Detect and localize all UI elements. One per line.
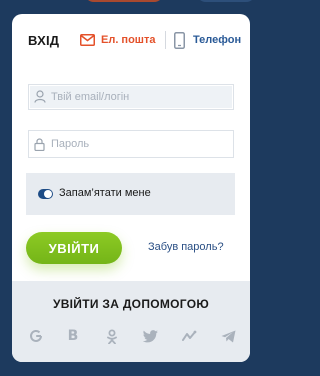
login-button[interactable]: УВІЙТИ	[26, 232, 122, 264]
email-field	[28, 84, 234, 110]
google-icon[interactable]	[27, 327, 45, 345]
remember-me-row[interactable]: Запам’ятати мене	[26, 173, 235, 215]
social-login-title: УВІЙТИ ЗА ДОПОМОГОЮ	[52, 297, 210, 311]
tab-phone-label: Телефон	[193, 34, 242, 46]
odnoklassniki-icon[interactable]	[103, 327, 121, 345]
password-field	[28, 130, 234, 158]
tab-divider	[165, 31, 166, 49]
remember-me-toggle[interactable]	[38, 189, 53, 199]
forgot-password-link[interactable]: Забув пароль?	[148, 241, 224, 253]
toggle-knob	[44, 190, 52, 198]
tab-email[interactable]: Ел. пошта	[80, 29, 155, 51]
password-input[interactable]	[51, 131, 227, 157]
telegram-icon[interactable]	[219, 327, 237, 345]
tab-email-label: Ел. пошта	[101, 34, 156, 46]
background-decoration-right	[196, 0, 256, 2]
lock-icon	[34, 138, 45, 151]
social-login-panel: УВІЙТИ ЗА ДОПОМОГОЮ В	[12, 281, 250, 362]
email-input[interactable]	[51, 85, 227, 109]
login-title: ВХІД	[28, 33, 60, 48]
envelope-icon	[80, 34, 95, 46]
phone-icon	[174, 31, 185, 49]
login-card: ВХІД Ел. пошта Телефон Твій email/логін …	[12, 14, 250, 362]
user-icon	[34, 90, 46, 103]
mailru-icon[interactable]	[180, 327, 198, 345]
social-icons-row: В	[12, 327, 250, 345]
remember-me-label: Запам’ятати мене	[59, 187, 151, 199]
login-method-tabs: ВХІД Ел. пошта Телефон	[12, 14, 250, 68]
background-decoration-left	[84, 0, 164, 2]
twitter-icon[interactable]	[141, 327, 159, 345]
tab-phone[interactable]: Телефон	[174, 28, 241, 52]
vk-icon[interactable]: В	[64, 327, 82, 345]
